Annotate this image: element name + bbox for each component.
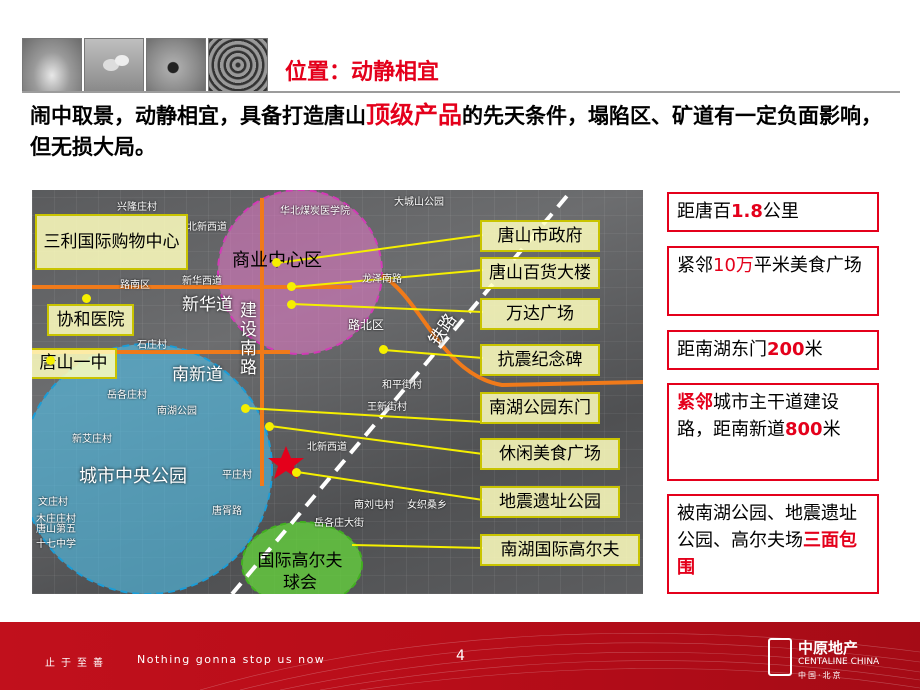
landmark-box-quake: 地震遗址公园 [480, 486, 620, 518]
landmark-box-yizhong: 唐山一中 [32, 348, 117, 379]
landmark-dot [287, 300, 296, 309]
place-name: 石庄村 [137, 340, 167, 351]
place-name: 和平街村 [382, 380, 422, 391]
intro-part1: 闹中取景，动静相宜，具备打造唐山 [30, 104, 366, 128]
landmark-dot [272, 258, 281, 267]
info-box-distance-nanhu: 距南湖东门200米 [667, 330, 879, 370]
landmark-box-sanli: 三利国际购物中心 [35, 214, 188, 270]
title-divider [22, 91, 900, 93]
place-name: 岳各庄村 [107, 390, 147, 401]
landmark-box-xiehe: 协和医院 [47, 304, 134, 336]
landmark-box-gov: 唐山市政府 [480, 220, 600, 252]
place-name: 大城山公园 [394, 197, 444, 208]
location-map: 兴隆庄村 大城山公园 华北煤炭医学院 北新西道 路南区 路北区 龙泽南路 新华西… [32, 190, 643, 594]
page-title: 位置：动静相宜 [285, 60, 440, 85]
info-box-distance-baihuo: 距唐百1.8公里 [667, 192, 879, 232]
place-name: 木庄庄村 [36, 514, 76, 525]
place-name: 新艾庄村 [72, 434, 112, 445]
ripple-image [208, 38, 268, 92]
place-name: 路南区 [120, 280, 150, 291]
landmark-dot [287, 282, 296, 291]
place-name: 南湖公园 [157, 406, 197, 417]
park-zone-label: 城市中央公园 [79, 466, 187, 487]
landmark-dot [292, 468, 301, 477]
place-name: 华北煤炭医学院 [280, 206, 350, 217]
golf-zone-label: 国际高尔夫球会 [257, 551, 343, 593]
place-name: 路北区 [348, 318, 385, 332]
info-box-surrounded: 被南湖公园、地震遗址公园、高尔夫场三面包围 [667, 494, 879, 594]
landmark-box-monument: 抗震纪念碑 [480, 344, 600, 376]
place-name: 岳各庄大街 [314, 518, 364, 529]
place-name: 王新街村 [367, 402, 407, 413]
pebble-ripple-image [146, 38, 206, 92]
landmark-dot [82, 294, 91, 303]
info-box-food-plaza: 紧邻10万平米美食广场 [667, 246, 879, 316]
landmark-dot [46, 356, 55, 365]
logo-text-sub: 中国·北京 [798, 671, 843, 680]
place-name: 北新西道 [187, 222, 227, 233]
place-name: 新华西道 [182, 276, 222, 287]
place-name: 唐胥路 [212, 506, 242, 517]
info-box-main-road: 紧邻城市主干道建设路，距南新道800米 [667, 383, 879, 481]
page-number: 4 [456, 648, 465, 664]
place-name: 龙泽南路 [362, 274, 402, 285]
place-name: 文庄村 [38, 497, 68, 508]
place-name: 兴隆庄村 [117, 202, 157, 213]
landmark-dot [241, 404, 250, 413]
road-label-nanxin: 南新道 [172, 365, 223, 385]
landmark-dot [379, 345, 388, 354]
landmark-box-golf: 南湖国际高尔夫 [480, 534, 640, 566]
road-label-jianshe: 建设南路 [240, 301, 257, 378]
intro-text: 闹中取景，动静相宜，具备打造唐山顶级产品的先天条件，塌陷区、矿道有一定负面影响，… [30, 100, 890, 163]
connector-golf [351, 544, 484, 549]
landmark-dot [265, 422, 274, 431]
landmark-box-nanhu-east: 南湖公园东门 [480, 392, 600, 424]
logo-text-cn: 中原地产 [798, 639, 859, 657]
sand-image [22, 38, 82, 92]
centaline-logo-icon [768, 638, 792, 676]
place-name: 平庄村 [222, 470, 252, 481]
logo-text-en: CENTALINE CHINA [798, 657, 880, 667]
place-name: 北新西道 [307, 442, 347, 453]
landmark-box-baihuo: 唐山百货大楼 [480, 257, 600, 289]
footer-slogan-cn: 止于至善 [45, 658, 109, 669]
connector-food [269, 425, 484, 455]
place-name: 南刘屯村 [354, 500, 394, 511]
place-name: 女织桑乡 [407, 500, 447, 511]
connector-nanhu-east [245, 407, 484, 423]
stones-image [84, 38, 144, 92]
intro-highlight: 顶级产品 [366, 101, 462, 129]
landmark-box-wanda: 万达广场 [480, 298, 600, 330]
landmark-box-food: 休闲美食广场 [480, 438, 620, 470]
footer-slogan-en: Nothing gonna stop us now [137, 653, 326, 666]
road-label-xinhua: 新华道 [182, 295, 233, 315]
